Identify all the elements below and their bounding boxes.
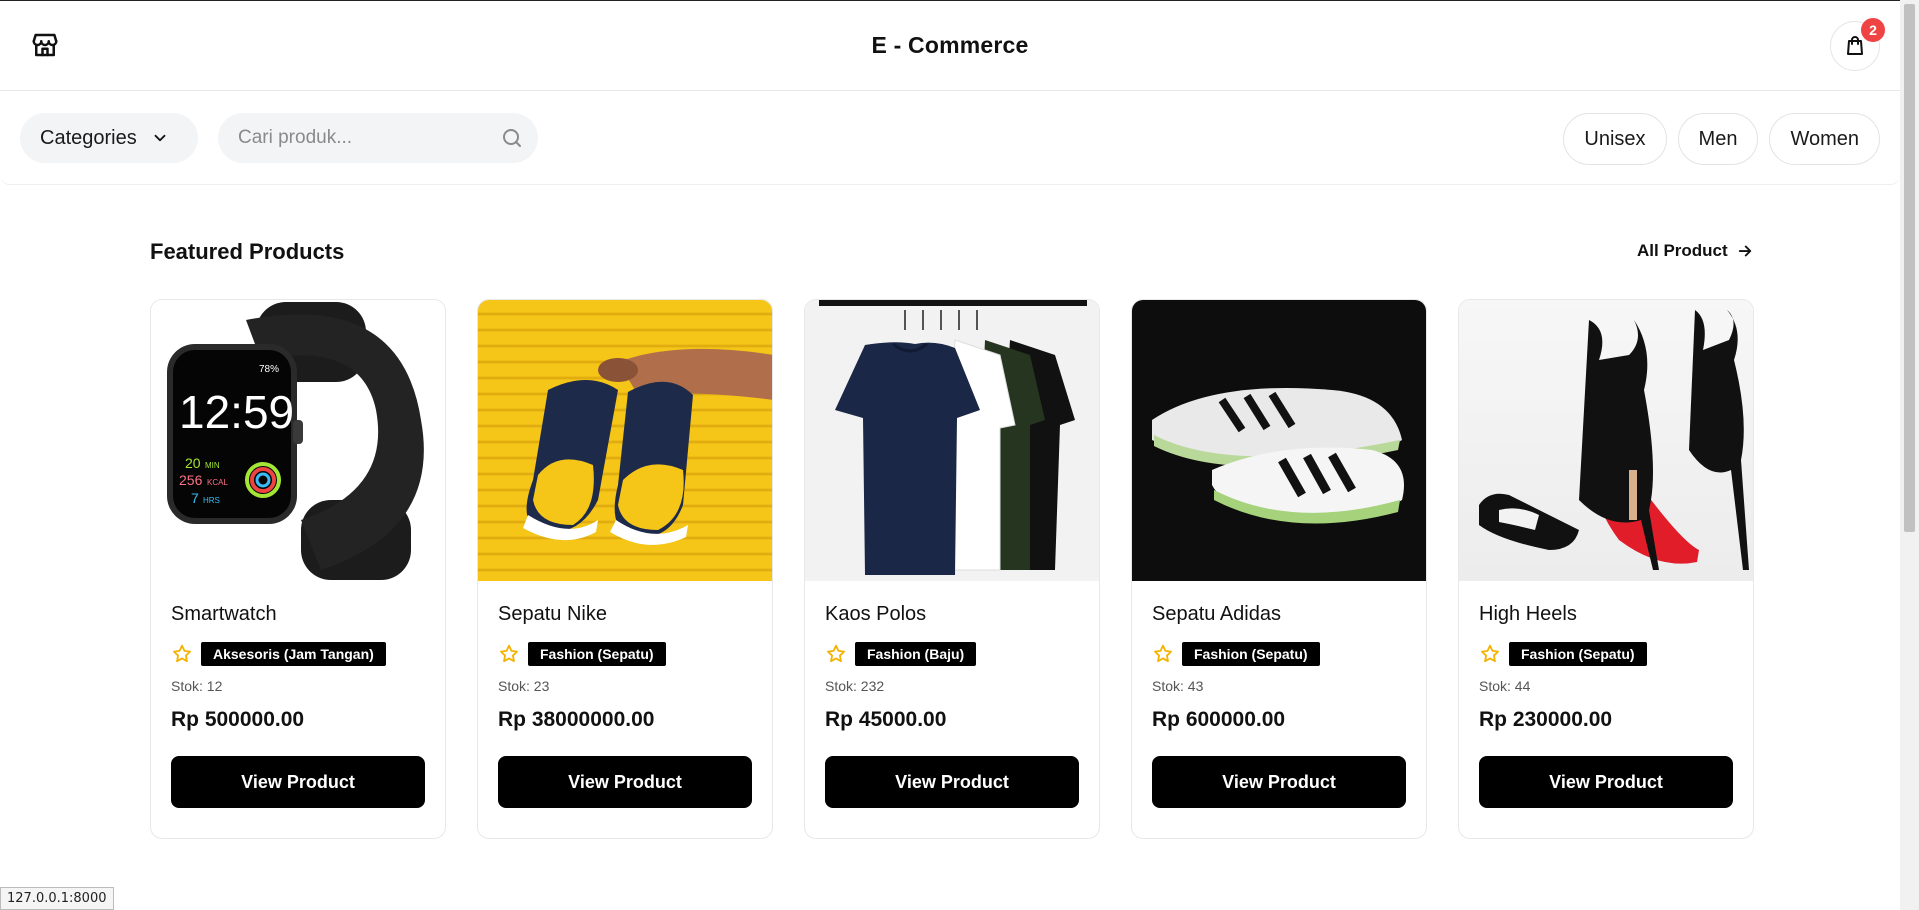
product-name: Smartwatch	[171, 603, 277, 625]
product-name: Sepatu Adidas	[1152, 603, 1281, 625]
search-box	[218, 113, 538, 163]
product-card: 78% 12:59 20 MIN 256 KCAL 7 HRS Smartwat…	[150, 299, 446, 839]
product-stock: Stok: 232	[825, 678, 885, 694]
cart-count-badge: 2	[1861, 18, 1885, 42]
product-grid: 78% 12:59 20 MIN 256 KCAL 7 HRS Smartwat…	[150, 299, 1754, 839]
product-price: Rp 230000.00	[1479, 708, 1613, 731]
filter-bar: Categories Unisex Men Women	[0, 92, 1900, 185]
product-price: Rp 600000.00	[1152, 708, 1286, 731]
category-badge: Fashion (Sepatu)	[1182, 642, 1320, 666]
view-product-button[interactable]: View Product	[1479, 756, 1733, 808]
category-badge: Aksesoris (Jam Tangan)	[201, 642, 386, 666]
star-icon[interactable]	[1479, 643, 1501, 665]
product-card: Kaos Polos Fashion (Baju) Stok: 232 Rp 4…	[804, 299, 1100, 839]
search-input[interactable]	[218, 113, 538, 163]
watch-time: 12:59	[179, 386, 294, 438]
watch-kcal: 256	[179, 472, 203, 488]
view-product-button[interactable]: View Product	[825, 756, 1079, 808]
smartwatch-image: 78% 12:59 20 MIN 256 KCAL 7 HRS	[151, 300, 445, 581]
all-product-label: All Product	[1637, 241, 1728, 260]
star-icon[interactable]	[171, 643, 193, 665]
store-icon	[32, 33, 58, 57]
categories-label: Categories	[40, 126, 137, 149]
cart-button[interactable]: 2	[1830, 18, 1885, 71]
watch-kcal-unit: KCAL	[207, 478, 228, 487]
category-badge: Fashion (Sepatu)	[1509, 642, 1647, 666]
header: E - Commerce 2	[0, 1, 1900, 91]
product-card: Sepatu Nike Fashion (Sepatu) Stok: 23 Rp…	[477, 299, 773, 839]
filter-unisex-button[interactable]: Unisex	[1563, 113, 1667, 165]
star-icon[interactable]	[498, 643, 520, 665]
watch-hrs-unit: HRS	[203, 496, 220, 505]
high-heels-image	[1459, 300, 1753, 581]
product-card: Sepatu Adidas Fashion (Sepatu) Stok: 43 …	[1131, 299, 1427, 839]
nike-sneakers-image	[478, 300, 772, 581]
star-icon[interactable]	[825, 643, 847, 665]
product-stock: Stok: 43	[1152, 678, 1204, 694]
page-title: E - Commerce	[871, 32, 1029, 58]
watch-hrs: 7	[191, 490, 199, 506]
product-price: Rp 45000.00	[825, 708, 947, 731]
product-name: Sepatu Nike	[498, 603, 607, 625]
adidas-sneakers-image	[1132, 300, 1426, 581]
filter-women-button[interactable]: Women	[1769, 113, 1880, 165]
status-bar-url: 127.0.0.1:8000	[0, 887, 114, 910]
star-icon[interactable]	[1152, 643, 1174, 665]
product-price: Rp 38000000.00	[498, 708, 655, 731]
view-product-button[interactable]: View Product	[171, 756, 425, 808]
view-product-button[interactable]: View Product	[1152, 756, 1406, 808]
product-price: Rp 500000.00	[171, 708, 305, 731]
product-stock: Stok: 23	[498, 678, 550, 694]
watch-battery: 78%	[259, 364, 279, 375]
product-card: High Heels Fashion (Sepatu) Stok: 44 Rp …	[1458, 299, 1754, 839]
watch-min-unit: MIN	[205, 461, 220, 470]
product-name: Kaos Polos	[825, 603, 927, 625]
gender-filter-group: Unisex Men Women	[1563, 113, 1880, 165]
categories-dropdown[interactable]: Categories	[20, 113, 198, 163]
vertical-scrollbar[interactable]	[1900, 0, 1919, 910]
all-product-link[interactable]: All Product	[1637, 241, 1754, 261]
chevron-down-icon	[154, 134, 166, 142]
store-home-button[interactable]	[28, 28, 62, 62]
product-stock: Stok: 12	[171, 678, 223, 694]
search-icon[interactable]	[500, 126, 524, 150]
filter-men-button[interactable]: Men	[1677, 113, 1759, 165]
arrow-right-icon	[1738, 245, 1751, 257]
view-product-button[interactable]: View Product	[498, 756, 752, 808]
category-badge: Fashion (Sepatu)	[528, 642, 666, 666]
product-name: High Heels	[1479, 603, 1577, 625]
product-stock: Stok: 44	[1479, 678, 1531, 694]
category-badge: Fashion (Baju)	[855, 642, 977, 666]
featured-products-title: Featured Products	[150, 239, 345, 264]
scrollbar-thumb[interactable]	[1904, 4, 1915, 532]
tshirts-image	[805, 300, 1099, 581]
watch-min: 20	[185, 455, 201, 471]
